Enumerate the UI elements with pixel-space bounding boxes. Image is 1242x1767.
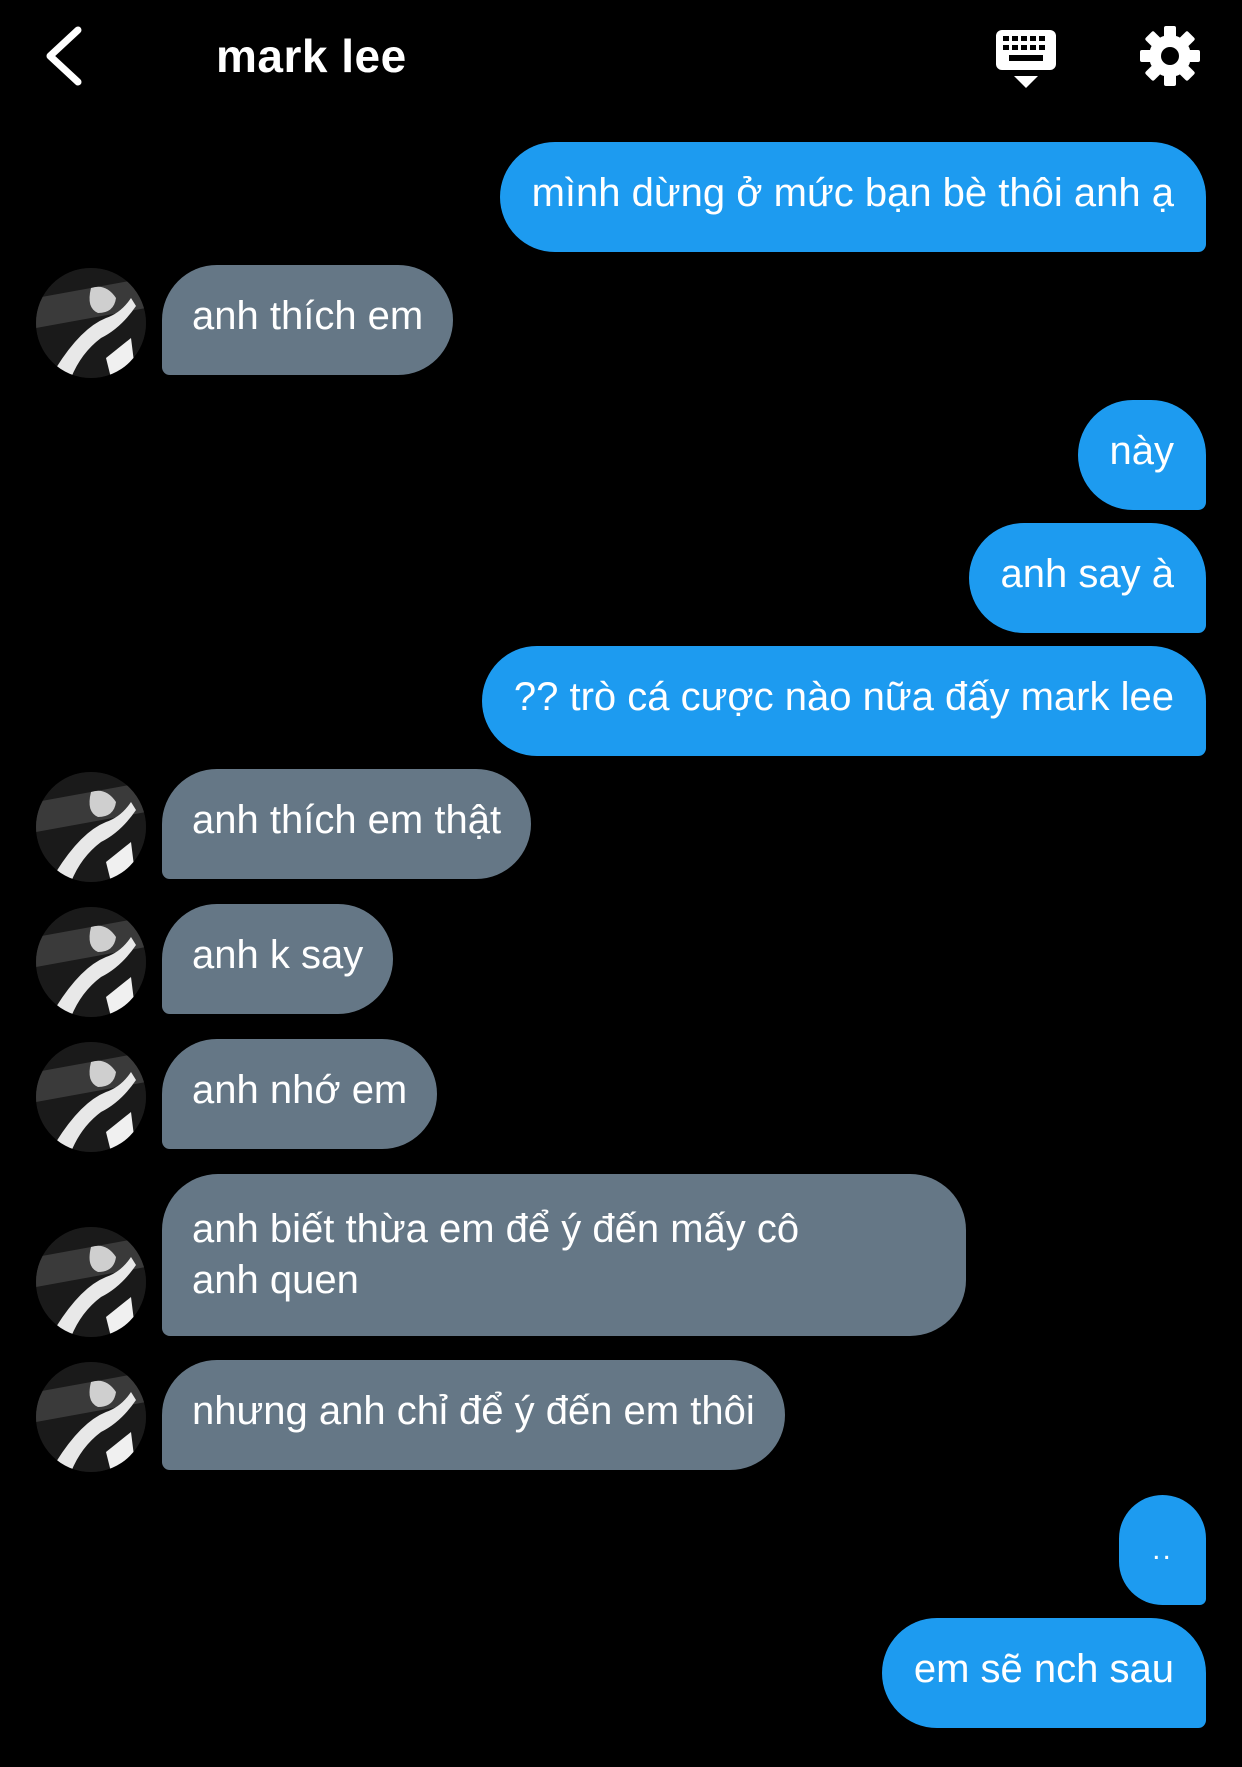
contact-avatar[interactable] <box>36 1042 146 1152</box>
message-text: ?? trò cá cược nào nữa đấy mark lee <box>513 675 1174 719</box>
message-text: nhưng anh chỉ để ý đến em thôi <box>192 1389 755 1433</box>
message-text: mình dừng ở mức bạn bè thôi anh ạ <box>531 171 1174 215</box>
message-text: anh k say <box>192 933 364 977</box>
contact-avatar[interactable] <box>36 268 146 378</box>
message-text: anh nhớ em <box>192 1068 408 1112</box>
message-text: này <box>1109 429 1175 473</box>
message-text: .. <box>1152 1533 1173 1566</box>
contact-avatar[interactable] <box>36 1362 146 1472</box>
received-message[interactable]: anh nhớ em <box>162 1039 438 1149</box>
contact-avatar[interactable] <box>36 1227 146 1337</box>
avatar-photo <box>36 907 146 1017</box>
message-text: anh biết thừa em để ý đến mấy cô <box>192 1207 800 1251</box>
message-text: anh say à <box>1000 552 1174 596</box>
sent-message[interactable]: ?? trò cá cược nào nữa đấy mark lee <box>481 646 1206 756</box>
message-text-line-2: anh quen <box>192 1258 359 1302</box>
avatar-photo <box>36 268 146 378</box>
avatar-photo <box>36 772 146 882</box>
sent-message[interactable]: này <box>1077 400 1206 510</box>
avatar-photo <box>36 1042 146 1152</box>
received-message[interactable]: anh biết thừa em để ý đến mấy cô anh que… <box>162 1174 966 1336</box>
received-message[interactable]: anh thích em thật <box>162 769 532 879</box>
sent-message[interactable]: em sẽ nch sau <box>881 1618 1206 1728</box>
avatar-photo <box>36 1227 146 1337</box>
sent-message[interactable]: mình dừng ở mức bạn bè thôi anh ạ <box>499 142 1206 252</box>
message-thread: mình dừng ở mức bạn bè thôi anh ạ anh th… <box>0 0 1242 1767</box>
received-message[interactable]: anh k say <box>162 904 394 1014</box>
sent-message[interactable]: .. <box>1119 1495 1206 1605</box>
avatar-photo <box>36 1362 146 1472</box>
message-text: anh thích em thật <box>192 798 502 842</box>
message-text: anh thích em <box>192 294 424 338</box>
received-message[interactable]: anh thích em <box>162 265 454 375</box>
contact-avatar[interactable] <box>36 907 146 1017</box>
sent-message[interactable]: anh say à <box>968 523 1206 633</box>
received-message[interactable]: nhưng anh chỉ để ý đến em thôi <box>162 1360 785 1470</box>
message-text: em sẽ nch sau <box>913 1647 1174 1691</box>
contact-avatar[interactable] <box>36 772 146 882</box>
